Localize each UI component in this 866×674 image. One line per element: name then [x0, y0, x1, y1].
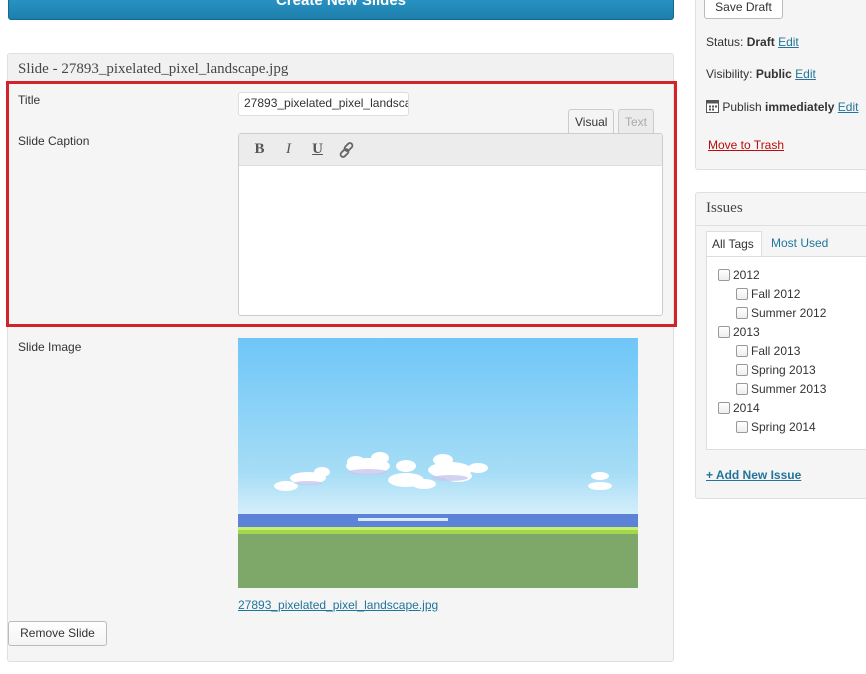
checkbox[interactable] — [736, 288, 748, 300]
image-filename-link[interactable]: 27893_pixelated_pixel_landscape.jpg — [238, 598, 438, 612]
underline-button[interactable]: U — [306, 139, 329, 161]
checkbox[interactable] — [718, 402, 730, 414]
visibility-edit-link[interactable]: Edit — [795, 67, 816, 81]
tag-label: Summer 2012 — [751, 306, 827, 320]
tag-item[interactable]: Summer 2013 — [736, 382, 826, 396]
tag-item[interactable]: 2013 — [718, 325, 760, 339]
tag-label: 2013 — [733, 325, 760, 339]
tag-item[interactable]: 2014 — [718, 401, 760, 415]
slide-panel-header: Slide - 27893_pixelated_pixel_landscape.… — [8, 54, 673, 83]
publish-label: Publish — [722, 100, 762, 114]
move-to-trash-link[interactable]: Move to Trash — [708, 138, 784, 152]
tag-label: 2012 — [733, 268, 760, 282]
checkbox[interactable] — [736, 307, 748, 319]
status-label: Status: — [706, 35, 744, 49]
editor-body[interactable] — [239, 166, 662, 316]
status-edit-link[interactable]: Edit — [778, 35, 799, 49]
editor-toolbar: B I U — [239, 134, 662, 166]
link-icon — [339, 141, 353, 158]
issues-title: Issues — [706, 200, 743, 216]
bold-button[interactable]: B — [248, 139, 271, 161]
divider — [696, 225, 866, 226]
caption-editor[interactable]: B I U — [238, 133, 663, 316]
tag-item[interactable]: Spring 2013 — [736, 363, 816, 377]
tab-text[interactable]: Text — [618, 109, 654, 134]
tab-visual[interactable]: Visual — [568, 109, 614, 134]
add-new-issue-link[interactable]: + Add New Issue — [706, 468, 801, 482]
checkbox[interactable] — [718, 269, 730, 281]
checkbox[interactable] — [736, 345, 748, 357]
publish-row: Publish immediately Edit — [706, 99, 858, 114]
publish-edit-link[interactable]: Edit — [838, 100, 859, 114]
tag-label: 2014 — [733, 401, 760, 415]
remove-slide-button[interactable]: Remove Slide — [8, 621, 107, 646]
tag-item[interactable]: Summer 2012 — [736, 306, 826, 320]
slide-image-label: Slide Image — [18, 340, 82, 354]
tag-item[interactable]: Fall 2012 — [736, 287, 800, 301]
tag-label: Spring 2013 — [751, 363, 816, 377]
publish-value: immediately — [765, 100, 835, 114]
tab-most-used[interactable]: Most Used — [766, 231, 833, 256]
slide-image — [238, 338, 638, 588]
italic-button[interactable]: I — [277, 139, 300, 161]
visibility-value: Public — [755, 67, 792, 81]
calendar-icon — [706, 100, 719, 113]
tag-label: Fall 2012 — [751, 287, 801, 301]
tag-label: Spring 2014 — [751, 420, 816, 434]
tag-label: Fall 2013 — [751, 344, 801, 358]
tag-item[interactable]: Spring 2014 — [736, 420, 816, 434]
visibility-label: Visibility: — [706, 67, 753, 81]
tag-label: Summer 2013 — [751, 382, 827, 396]
tag-item[interactable]: 2012 — [718, 268, 760, 282]
link-button[interactable] — [335, 139, 358, 161]
title-input[interactable]: 27893_pixelated_pixel_landscape — [238, 92, 409, 116]
title-label: Title — [18, 93, 41, 107]
tag-item[interactable]: Fall 2013 — [736, 344, 800, 358]
checkbox[interactable] — [718, 326, 730, 338]
create-new-slides-button[interactable]: Create New Slides — [8, 0, 674, 20]
checkbox[interactable] — [736, 383, 748, 395]
tab-all-tags[interactable]: All Tags — [706, 231, 762, 256]
status-row: Status: Draft Edit — [706, 35, 799, 49]
checkbox[interactable] — [736, 364, 748, 376]
slide-caption-label: Slide Caption — [18, 134, 90, 148]
status-value: Draft — [746, 35, 775, 49]
save-draft-button[interactable]: Save Draft — [704, 0, 783, 19]
visibility-row: Visibility: Public Edit — [706, 67, 816, 81]
checkbox[interactable] — [736, 421, 748, 433]
